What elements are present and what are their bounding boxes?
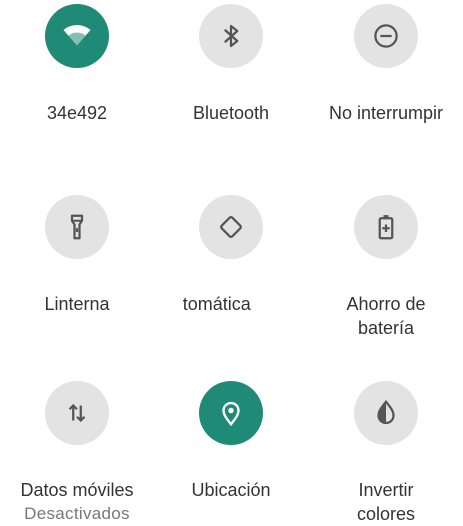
battery-saver-label-line2: batería: [357, 318, 415, 338]
invert-colors-toggle[interactable]: [354, 381, 418, 445]
flashlight-toggle[interactable]: [45, 195, 109, 259]
dnd-tile[interactable]: No interrumpir: [309, 4, 463, 125]
auto-rotate-tile[interactable]: tomática: [154, 195, 308, 316]
invert-colors-label-line1: Invertir: [358, 480, 414, 500]
flashlight-tile[interactable]: Linterna: [0, 195, 154, 316]
battery-saver-tile[interactable]: Ahorro de batería: [309, 195, 463, 340]
wifi-toggle[interactable]: [45, 4, 109, 68]
bluetooth-toggle[interactable]: [199, 4, 263, 68]
bluetooth-tile[interactable]: Bluetooth: [154, 4, 308, 125]
flashlight-label: Linterna: [44, 294, 110, 314]
mobile-data-status: Desactivados: [24, 504, 130, 523]
dnd-label: No interrumpir: [328, 103, 444, 123]
do-not-disturb-icon: [374, 24, 398, 48]
location-icon: [222, 401, 240, 427]
wifi-tile[interactable]: 34e492: [0, 4, 154, 125]
battery-saver-toggle[interactable]: [354, 195, 418, 259]
wifi-label: 34e492: [46, 103, 108, 123]
battery-saver-label-line1: Ahorro de: [346, 294, 426, 314]
bluetooth-label: Bluetooth: [192, 103, 270, 123]
dnd-toggle[interactable]: [354, 4, 418, 68]
auto-rotate-label: tomática: [181, 294, 251, 314]
location-label: Ubicación: [191, 480, 271, 500]
invert-colors-icon: [377, 399, 395, 425]
location-toggle[interactable]: [199, 381, 263, 445]
auto-rotate-toggle[interactable]: [199, 195, 263, 259]
invert-colors-tile[interactable]: Invertir colores: [309, 381, 463, 526]
mobile-data-icon: [68, 403, 86, 423]
location-tile[interactable]: Ubicación: [154, 381, 308, 502]
mobile-data-label: Datos móviles: [20, 480, 134, 500]
bluetooth-icon: [223, 24, 239, 48]
invert-colors-label-line2: colores: [356, 504, 416, 524]
mobile-data-toggle[interactable]: [45, 381, 109, 445]
wifi-icon: [63, 24, 91, 46]
auto-rotate-icon: [220, 216, 242, 238]
mobile-data-tile[interactable]: Datos móviles Desactivados: [0, 381, 154, 526]
flashlight-icon: [70, 214, 84, 240]
quick-settings-panel: 34e492 Bluetooth No interrumpir Linterna…: [0, 0, 463, 524]
battery-saver-icon: [378, 215, 394, 240]
